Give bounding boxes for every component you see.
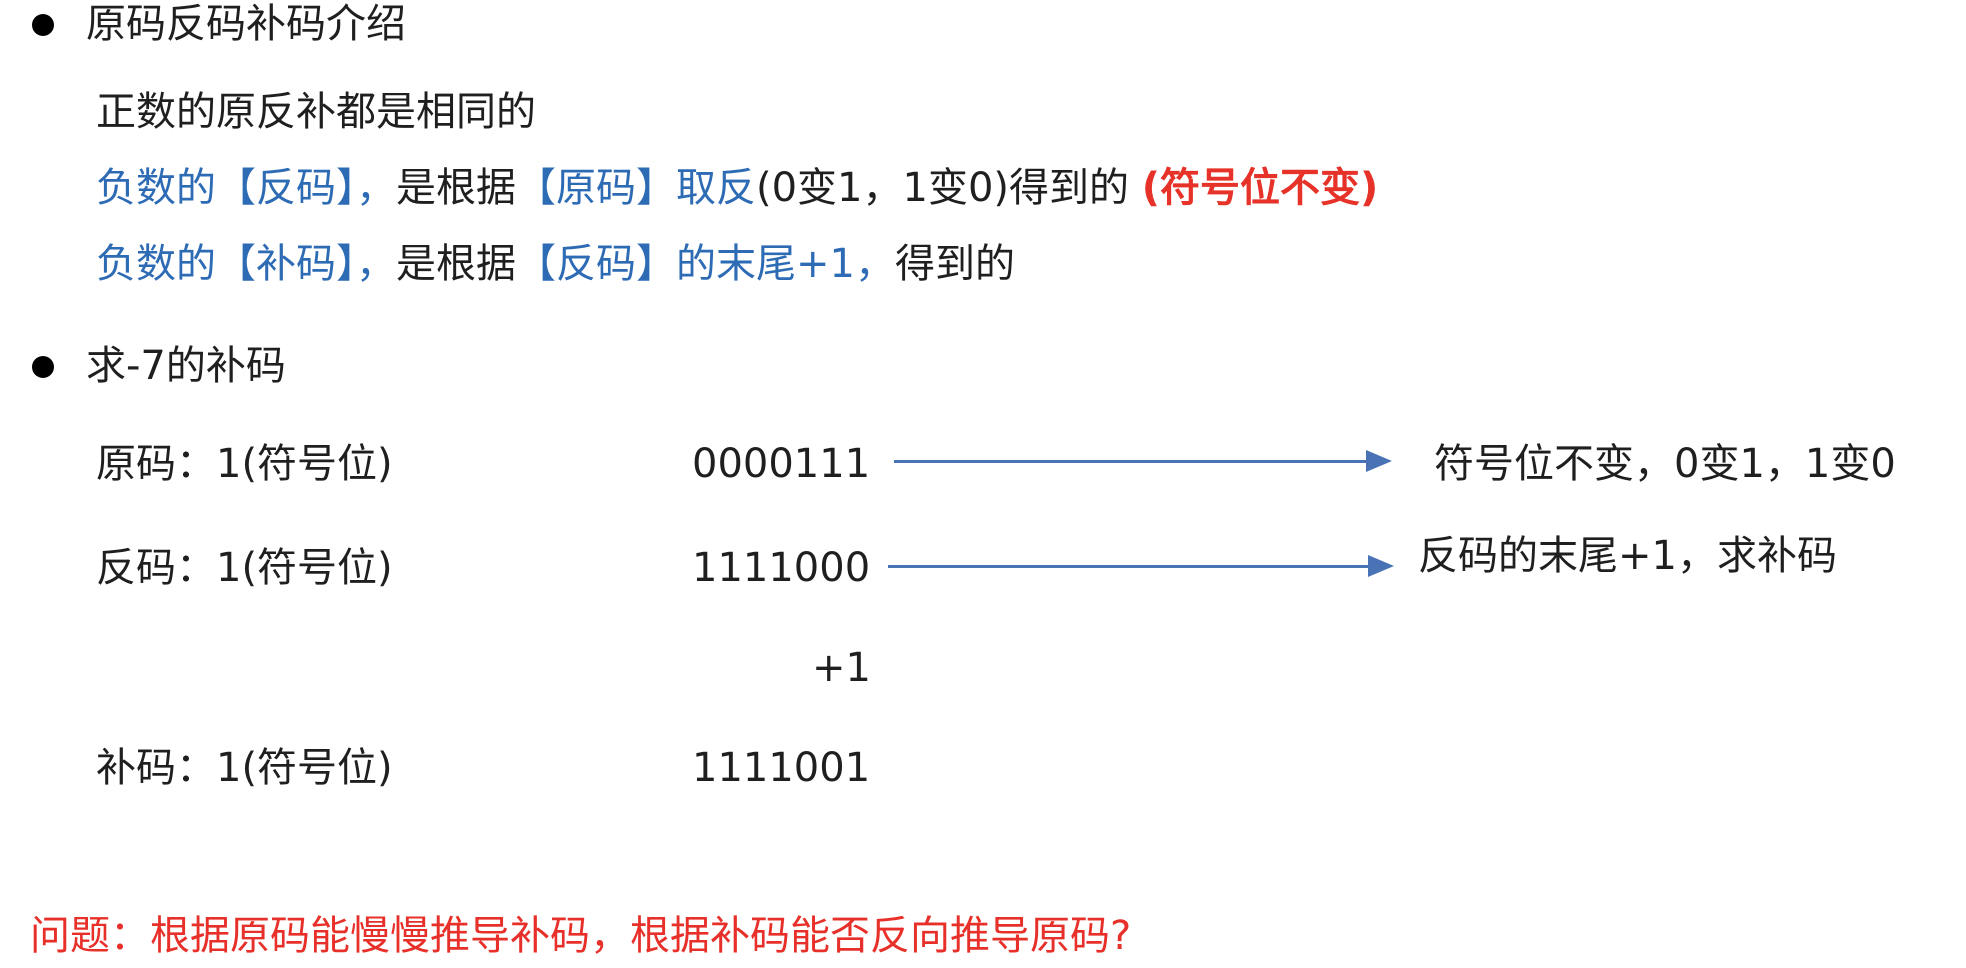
bullet-icon (32, 356, 54, 378)
bullet-icon (32, 14, 54, 36)
twos-complement-source: 【反码】的末尾+1， (516, 241, 895, 287)
ones-complement-verb: 是根据 (396, 165, 516, 211)
section2-heading: 求-7的补码 (86, 343, 286, 389)
section1-heading: 原码反码补码介绍 (86, 1, 406, 47)
ones-complement-rule: 负数的【反码】，是根据【原码】取反(0变1，1变0)得到的 (符号位不变) (96, 164, 1378, 212)
row-value: 1111001 (692, 745, 871, 791)
twos-complement-subject: 负数的【补码】， (96, 241, 396, 287)
question-text: 问题：根据原码能慢慢推导补码，根据补码能否反向推导原码? (30, 913, 1132, 959)
twos-complement-verb: 是根据 (396, 241, 516, 287)
row-label: 反码：1(符号位) (96, 545, 393, 591)
ones-complement-source: 【原码】取反 (516, 165, 756, 211)
row-note: 反码的末尾+1，求补码 (1418, 533, 1837, 579)
row-note: 符号位不变，0变1，1变0 (1434, 441, 1896, 487)
row-value: 0000111 (692, 441, 871, 487)
row-label: 原码：1(符号位) (96, 441, 393, 487)
row-label: 补码：1(符号位) (96, 745, 393, 791)
ones-complement-subject: 负数的【反码】， (96, 165, 396, 211)
row-value: 1111000 (692, 545, 871, 591)
sign-bit-unchanged-note: (符号位不变) (1141, 165, 1379, 211)
positive-rule-text: 正数的原反补都是相同的 (96, 89, 536, 135)
twos-complement-rule: 负数的【补码】，是根据【反码】的末尾+1，得到的 (96, 240, 1015, 288)
twos-complement-detail: 得到的 (894, 241, 1015, 287)
ones-complement-detail: (0变1，1变0)得到的 (756, 165, 1130, 211)
increment-value: +1 (812, 645, 871, 691)
